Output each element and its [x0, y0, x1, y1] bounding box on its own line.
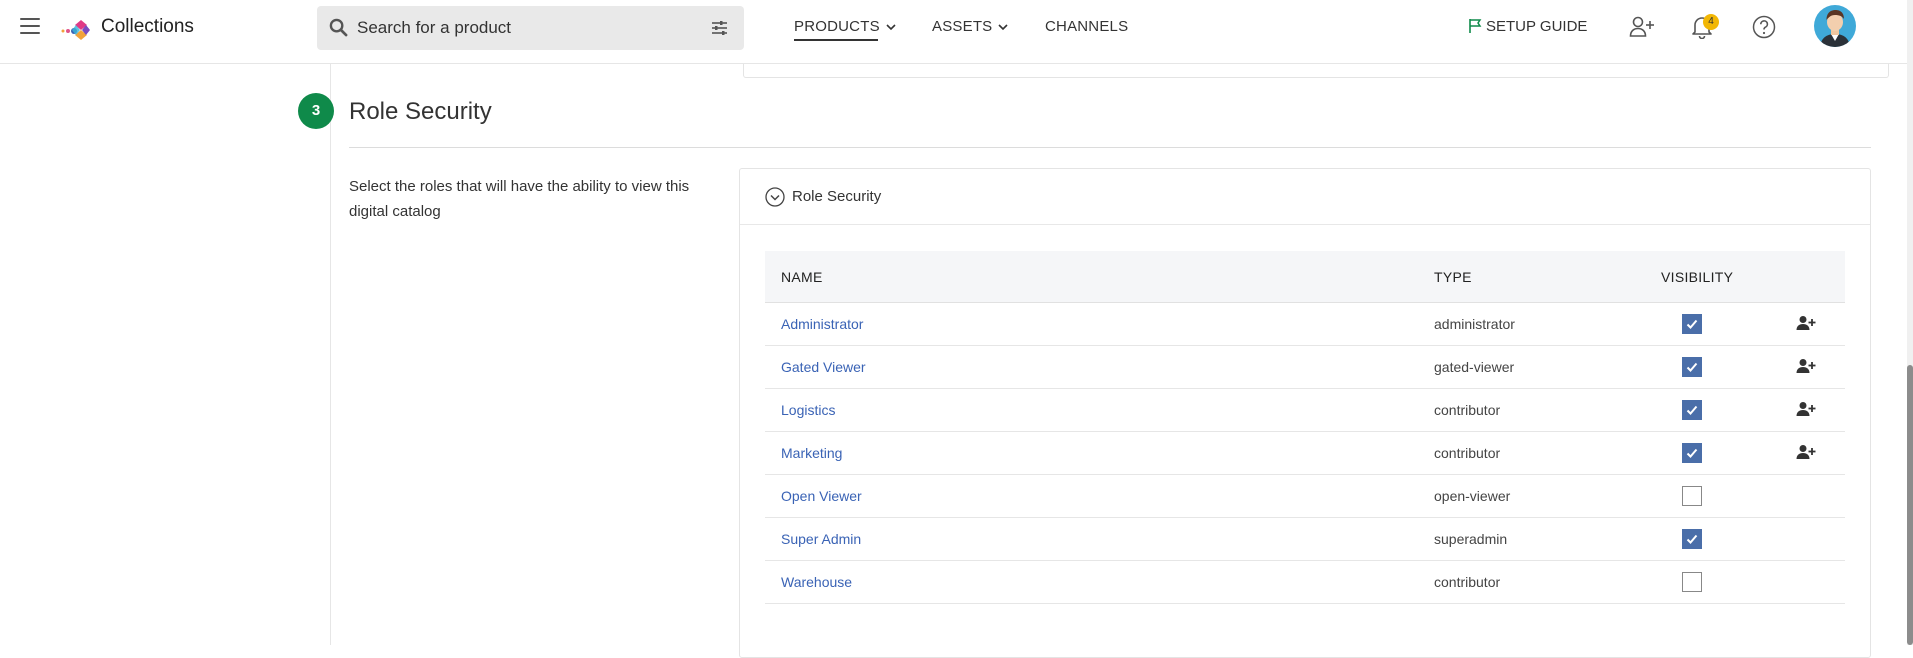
- app-title: Collections: [101, 16, 194, 37]
- visibility-checkbox[interactable]: [1682, 443, 1702, 463]
- role-type: contributor: [1434, 445, 1501, 461]
- card-title: Role Security: [792, 188, 882, 205]
- role-type: contributor: [1434, 402, 1501, 418]
- left-rail-divider: [330, 64, 331, 645]
- chevron-circle-icon: [765, 187, 785, 207]
- checkmark-icon: [1686, 405, 1698, 415]
- role-name-link[interactable]: Administrator: [781, 316, 863, 332]
- role-type: administrator: [1434, 316, 1515, 332]
- role-type: open-viewer: [1434, 488, 1511, 504]
- role-name-link[interactable]: Warehouse: [781, 574, 852, 590]
- visibility-checkbox[interactable]: [1682, 486, 1702, 506]
- table-row: Warehouse contributor: [765, 561, 1845, 604]
- add-user-to-role-icon[interactable]: [1796, 401, 1816, 420]
- role-name-link[interactable]: Logistics: [781, 402, 835, 418]
- roles-table: NAME TYPE VISIBILITY Administrator admini…: [765, 251, 1845, 604]
- nav-assets[interactable]: ASSETS: [932, 18, 1008, 35]
- hamburger-icon[interactable]: [20, 18, 40, 36]
- filter-sliders-icon[interactable]: [711, 20, 728, 35]
- visibility-checkbox[interactable]: [1682, 529, 1702, 549]
- collections-logo[interactable]: [60, 14, 92, 46]
- table-row: Marketing contributor: [765, 432, 1845, 475]
- table-row: Super Admin superadmin: [765, 518, 1845, 561]
- setup-guide-link[interactable]: SETUP GUIDE: [1468, 18, 1587, 35]
- visibility-checkbox[interactable]: [1682, 400, 1702, 420]
- section-description: Select the roles that will have the abil…: [349, 178, 690, 220]
- page-scrollbar-thumb[interactable]: [1907, 365, 1913, 645]
- nav-channels[interactable]: CHANNELS: [1045, 18, 1128, 35]
- column-header-visibility: VISIBILITY: [1661, 269, 1734, 285]
- table-row: Gated Viewer gated-viewer: [765, 346, 1845, 389]
- nav-products[interactable]: PRODUCTS: [794, 18, 896, 35]
- product-search[interactable]: Search for a product: [317, 6, 744, 50]
- role-security-card: Role Security NAME TYPE VISIBILITY Admin…: [739, 168, 1871, 658]
- search-icon: [329, 18, 348, 37]
- checkmark-icon: [1686, 534, 1698, 544]
- notification-count-badge: 4: [1703, 14, 1719, 30]
- setup-guide-label: SETUP GUIDE: [1486, 18, 1588, 35]
- visibility-checkbox[interactable]: [1682, 572, 1702, 592]
- checkmark-icon: [1686, 448, 1698, 458]
- top-navigation-bar: Collections Search for a product PRODUCT…: [0, 0, 1913, 64]
- role-security-card-header[interactable]: Role Security: [740, 169, 1870, 225]
- nav-assets-label: ASSETS: [932, 18, 993, 35]
- section-title: Role Security: [349, 98, 492, 125]
- chevron-down-icon: [886, 23, 896, 30]
- table-row: Administrator administrator: [765, 303, 1845, 346]
- role-name-link[interactable]: Marketing: [781, 445, 842, 461]
- checkmark-icon: [1686, 362, 1698, 372]
- user-avatar[interactable]: [1814, 5, 1856, 47]
- nav-products-label: PRODUCTS: [794, 18, 880, 35]
- table-row: Logistics contributor: [765, 389, 1845, 432]
- table-header: NAME TYPE VISIBILITY: [765, 251, 1845, 303]
- chevron-down-icon: [998, 23, 1008, 30]
- visibility-checkbox[interactable]: [1682, 357, 1702, 377]
- search-input[interactable]: Search for a product: [357, 18, 511, 38]
- table-body: Administrator administrator Gated Viewer ga…: [765, 303, 1845, 604]
- column-header-type: TYPE: [1434, 269, 1472, 285]
- role-type: gated-viewer: [1434, 359, 1515, 375]
- column-header-name: NAME: [781, 269, 823, 285]
- active-nav-underline: [794, 39, 878, 41]
- role-type: superadmin: [1434, 531, 1508, 547]
- help-icon[interactable]: [1752, 15, 1776, 39]
- role-type: contributor: [1434, 574, 1501, 590]
- add-user-to-role-icon[interactable]: [1796, 315, 1816, 334]
- previous-section-card: [743, 64, 1889, 78]
- visibility-checkbox[interactable]: [1682, 314, 1702, 334]
- role-name-link[interactable]: Super Admin: [781, 531, 861, 547]
- add-user-to-role-icon[interactable]: [1796, 444, 1816, 463]
- add-user-to-role-icon[interactable]: [1796, 358, 1816, 377]
- section-divider: [349, 147, 1871, 148]
- role-name-link[interactable]: Open Viewer: [781, 488, 862, 504]
- flag-icon: [1469, 19, 1482, 33]
- table-row: Open Viewer open-viewer: [765, 475, 1845, 518]
- role-name-link[interactable]: Gated Viewer: [781, 359, 866, 375]
- step-number-badge: 3: [298, 93, 334, 129]
- add-user-icon[interactable]: [1629, 15, 1655, 39]
- checkmark-icon: [1686, 319, 1698, 329]
